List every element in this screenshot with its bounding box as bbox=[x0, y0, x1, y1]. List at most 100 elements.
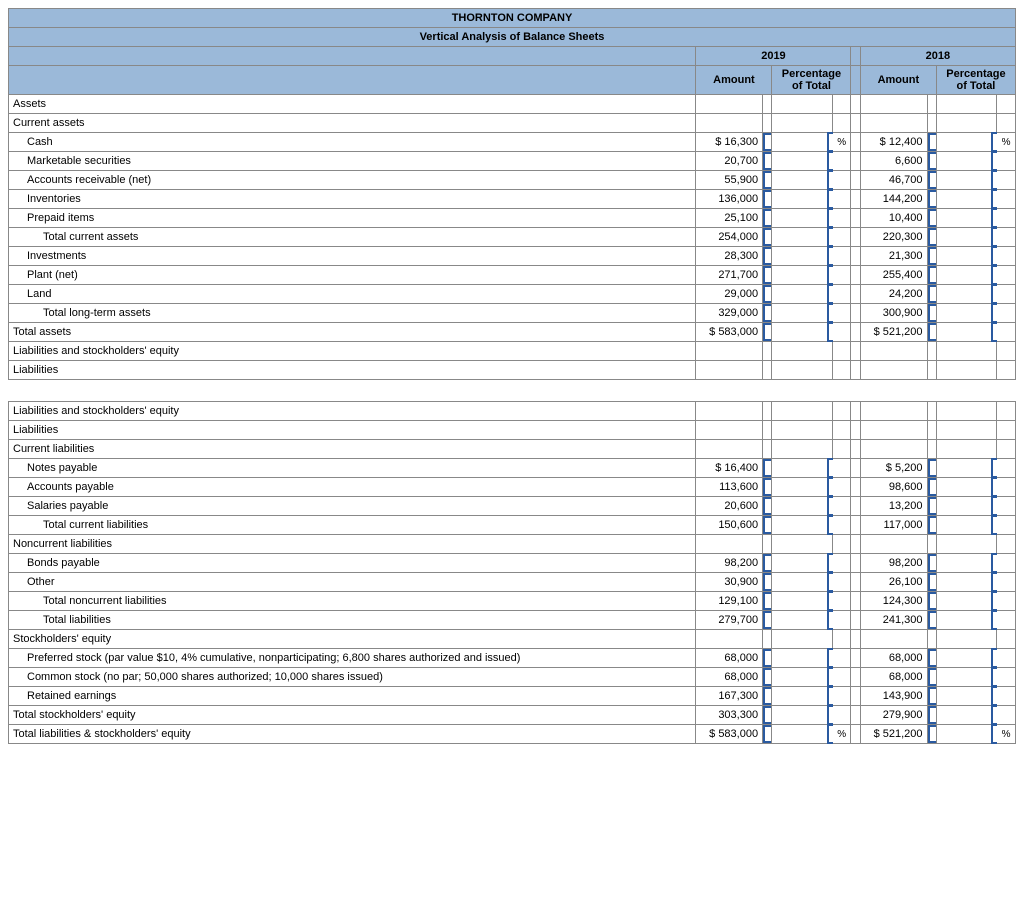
pct-2018-input[interactable] bbox=[936, 668, 996, 687]
amount-2018[interactable]: 68,000 bbox=[860, 668, 927, 687]
pct-2019-input[interactable] bbox=[772, 516, 832, 535]
amount-2019[interactable]: 279,700 bbox=[696, 611, 763, 630]
amount-2018[interactable]: $ 521,200 bbox=[860, 725, 927, 744]
amount-2019[interactable]: 329,000 bbox=[696, 304, 763, 323]
pct-2019-input[interactable] bbox=[772, 304, 832, 323]
pct-2019-input[interactable] bbox=[772, 725, 832, 744]
amount-2018[interactable]: 98,600 bbox=[860, 478, 927, 497]
table-row: Preferred stock (par value $10, 4% cumul… bbox=[9, 649, 1016, 668]
pct-2018-input[interactable] bbox=[936, 152, 996, 171]
pct-2018-input[interactable] bbox=[936, 228, 996, 247]
pct-2018-input[interactable] bbox=[936, 649, 996, 668]
amount-2018[interactable]: $ 521,200 bbox=[860, 323, 927, 342]
pct-2019-input[interactable] bbox=[772, 228, 832, 247]
amount-2019[interactable]: 271,700 bbox=[696, 266, 763, 285]
amount-2018[interactable]: 21,300 bbox=[860, 247, 927, 266]
table-row: Current assets bbox=[9, 114, 1016, 133]
amount-2019[interactable]: $ 16,300 bbox=[696, 133, 763, 152]
pct-2019-input[interactable] bbox=[772, 323, 832, 342]
pct-2018-input[interactable] bbox=[936, 516, 996, 535]
pct-2019-input[interactable] bbox=[772, 171, 832, 190]
pct-2018-input[interactable] bbox=[936, 478, 996, 497]
amount-2019[interactable]: 55,900 bbox=[696, 171, 763, 190]
pct-2019-input[interactable] bbox=[772, 152, 832, 171]
amount-2019[interactable]: 254,000 bbox=[696, 228, 763, 247]
pct-2018-input[interactable] bbox=[936, 706, 996, 725]
amount-2018[interactable]: 220,300 bbox=[860, 228, 927, 247]
amount-2019[interactable]: 98,200 bbox=[696, 554, 763, 573]
pct-2019-input[interactable] bbox=[772, 554, 832, 573]
amount-2019[interactable]: 136,000 bbox=[696, 190, 763, 209]
amount-2018[interactable]: 98,200 bbox=[860, 554, 927, 573]
pct-2018-input[interactable] bbox=[936, 209, 996, 228]
amount-2019[interactable]: $ 16,400 bbox=[696, 459, 763, 478]
amount-2018[interactable]: 255,400 bbox=[860, 266, 927, 285]
pct-2019-input[interactable] bbox=[772, 133, 832, 152]
pct-2018-input[interactable] bbox=[936, 247, 996, 266]
amount-2018[interactable]: $ 5,200 bbox=[860, 459, 927, 478]
pct-2019-input[interactable] bbox=[772, 649, 832, 668]
amount-2018[interactable]: 6,600 bbox=[860, 152, 927, 171]
pct-2019-input[interactable] bbox=[772, 611, 832, 630]
amount-2019[interactable]: 303,300 bbox=[696, 706, 763, 725]
amount-2019[interactable]: 68,000 bbox=[696, 668, 763, 687]
pct-2018-input[interactable] bbox=[936, 611, 996, 630]
pct-2019-input[interactable] bbox=[772, 209, 832, 228]
pct-symbol bbox=[832, 668, 851, 687]
pct-2018-input[interactable] bbox=[936, 266, 996, 285]
amount-2019[interactable]: 113,600 bbox=[696, 478, 763, 497]
pct-2018-input[interactable] bbox=[936, 190, 996, 209]
pct-2019-input[interactable] bbox=[772, 668, 832, 687]
amount-2018[interactable]: 144,200 bbox=[860, 190, 927, 209]
pct-2019-input[interactable] bbox=[772, 497, 832, 516]
amount-2019[interactable]: 167,300 bbox=[696, 687, 763, 706]
amount-2019[interactable]: 68,000 bbox=[696, 649, 763, 668]
amount-2018[interactable]: 68,000 bbox=[860, 649, 927, 668]
pct-2018-input[interactable] bbox=[936, 592, 996, 611]
amount-2018[interactable]: 143,900 bbox=[860, 687, 927, 706]
pct-2018-input[interactable] bbox=[936, 725, 996, 744]
pct-2019-input[interactable] bbox=[772, 266, 832, 285]
amount-2018[interactable]: 46,700 bbox=[860, 171, 927, 190]
pct-2019-input[interactable] bbox=[772, 285, 832, 304]
amount-2018[interactable]: 279,900 bbox=[860, 706, 927, 725]
pct-2018-input[interactable] bbox=[936, 133, 996, 152]
pct-2019-input[interactable] bbox=[772, 706, 832, 725]
amount-2018[interactable]: $ 12,400 bbox=[860, 133, 927, 152]
amount-2019[interactable]: 25,100 bbox=[696, 209, 763, 228]
amount-2019[interactable]: $ 583,000 bbox=[696, 323, 763, 342]
amount-2019[interactable]: $ 583,000 bbox=[696, 725, 763, 744]
pct-2018-input[interactable] bbox=[936, 171, 996, 190]
amount-2019[interactable]: 29,000 bbox=[696, 285, 763, 304]
amount-2018[interactable]: 24,200 bbox=[860, 285, 927, 304]
pct-2019-input[interactable] bbox=[772, 573, 832, 592]
amount-2019[interactable]: 28,300 bbox=[696, 247, 763, 266]
amount-2018[interactable]: 10,400 bbox=[860, 209, 927, 228]
row-label: Total long-term assets bbox=[9, 304, 696, 323]
pct-2018-input[interactable] bbox=[936, 323, 996, 342]
pct-2019-input[interactable] bbox=[772, 478, 832, 497]
pct-2018-input[interactable] bbox=[936, 304, 996, 323]
pct-2018-input[interactable] bbox=[936, 573, 996, 592]
amount-2018[interactable]: 124,300 bbox=[860, 592, 927, 611]
pct-2019-input[interactable] bbox=[772, 687, 832, 706]
pct-2019-input[interactable] bbox=[772, 247, 832, 266]
pct-2018-input[interactable] bbox=[936, 687, 996, 706]
amount-2019[interactable]: 129,100 bbox=[696, 592, 763, 611]
pct-2018-input[interactable] bbox=[936, 497, 996, 516]
pct-2018-input[interactable] bbox=[936, 459, 996, 478]
amount-2018[interactable]: 117,000 bbox=[860, 516, 927, 535]
amount-2018[interactable]: 13,200 bbox=[860, 497, 927, 516]
pct-2018-input[interactable] bbox=[936, 554, 996, 573]
pct-2019-input[interactable] bbox=[772, 459, 832, 478]
amount-2019[interactable]: 30,900 bbox=[696, 573, 763, 592]
amount-2019[interactable]: 20,700 bbox=[696, 152, 763, 171]
amount-2018[interactable]: 300,900 bbox=[860, 304, 927, 323]
pct-2018-input[interactable] bbox=[936, 285, 996, 304]
amount-2019[interactable]: 20,600 bbox=[696, 497, 763, 516]
amount-2018[interactable]: 241,300 bbox=[860, 611, 927, 630]
pct-2019-input[interactable] bbox=[772, 190, 832, 209]
pct-2019-input[interactable] bbox=[772, 592, 832, 611]
amount-2018[interactable]: 26,100 bbox=[860, 573, 927, 592]
amount-2019[interactable]: 150,600 bbox=[696, 516, 763, 535]
